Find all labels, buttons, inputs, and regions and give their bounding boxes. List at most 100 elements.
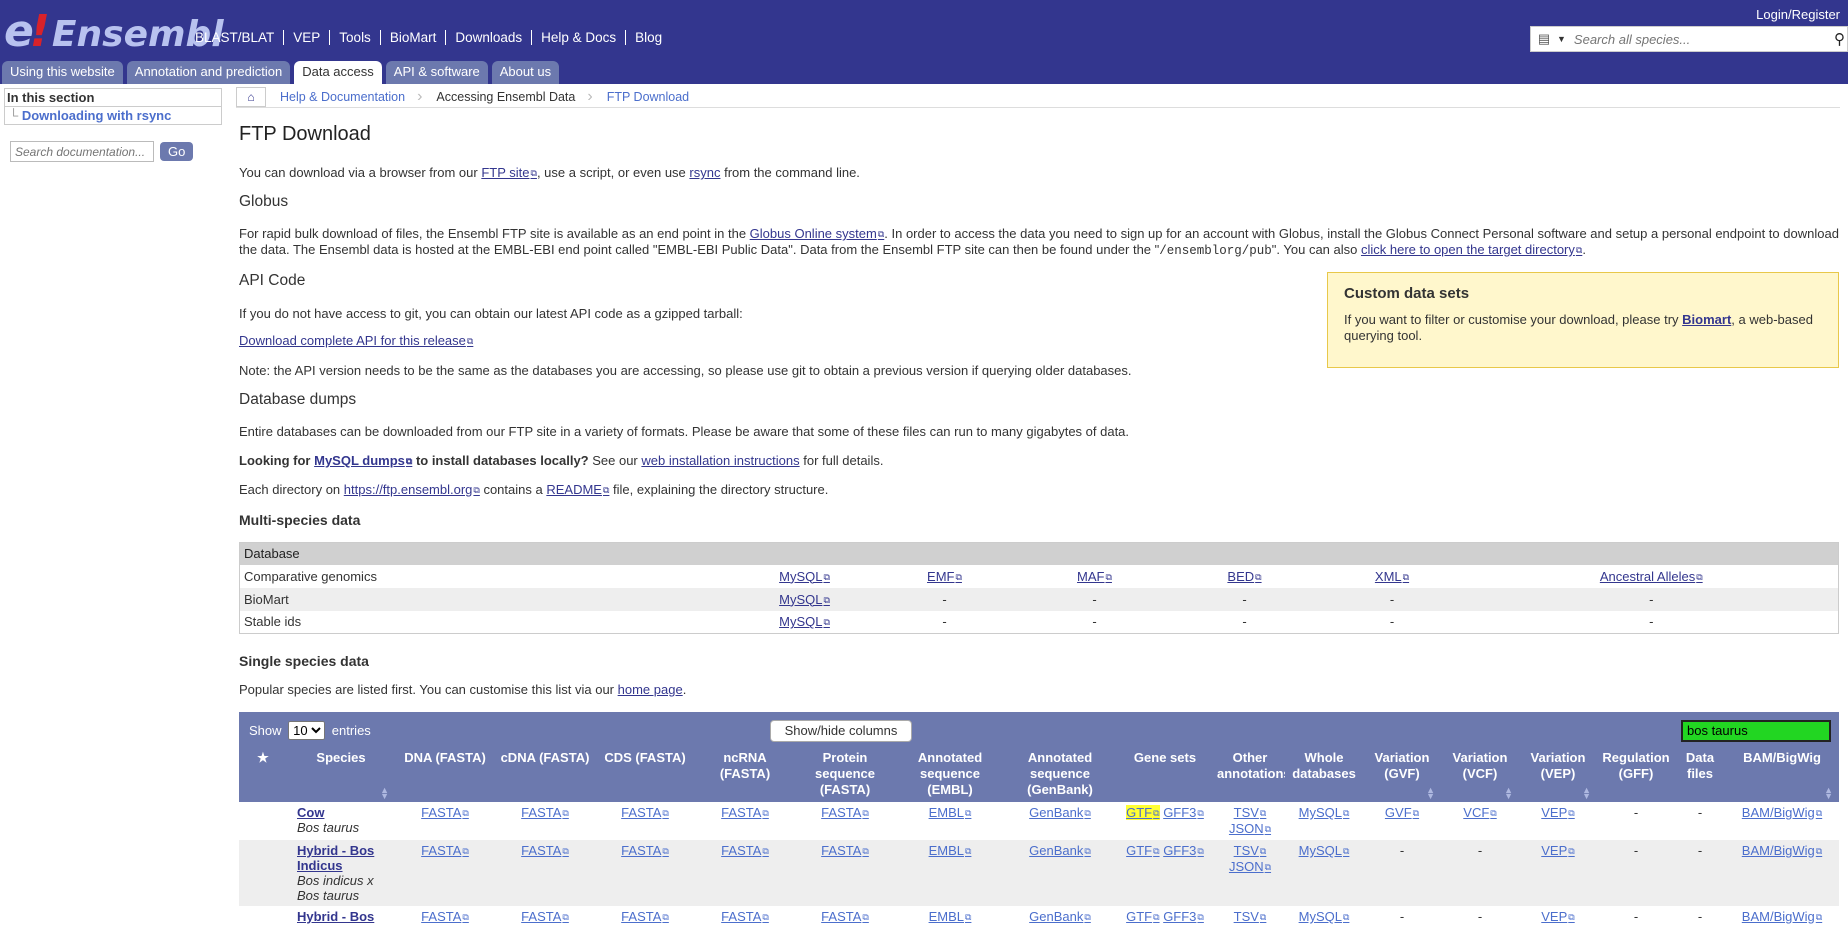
search-icon[interactable]: ⚲: [1834, 30, 1845, 48]
mysql-link[interactable]: MySQL: [1299, 805, 1350, 820]
genbank-link[interactable]: GenBank: [1029, 843, 1091, 858]
nav-downloads[interactable]: Downloads: [445, 30, 531, 45]
ncrna-fasta-link[interactable]: FASTA: [721, 909, 769, 924]
ensembl-logo[interactable]: e! Ensembl: [4, 6, 224, 57]
embl-link[interactable]: EMBL: [929, 805, 972, 820]
gtf-link[interactable]: GTF: [1126, 805, 1160, 820]
gff3-link[interactable]: GFF3: [1163, 909, 1204, 924]
xml-link[interactable]: XML: [1375, 569, 1409, 584]
protein-fasta-link[interactable]: FASTA: [821, 843, 869, 858]
json-link[interactable]: JSON: [1229, 821, 1271, 836]
nav-vep[interactable]: VEP: [283, 30, 329, 45]
bam-bigwig-link[interactable]: BAM/BigWig: [1742, 805, 1822, 820]
species-select-icon[interactable]: ▤: [1531, 27, 1557, 51]
mysql-link[interactable]: MySQL: [779, 569, 830, 584]
protein-fasta-link[interactable]: FASTA: [821, 805, 869, 820]
star-column-header[interactable]: ★: [239, 748, 287, 802]
mysql-dumps-link[interactable]: MySQL dumps: [314, 453, 412, 468]
target-directory-link[interactable]: click here to open the target directory: [1361, 242, 1582, 257]
cds-fasta-link[interactable]: FASTA: [621, 843, 669, 858]
cdna-fasta-link[interactable]: FASTA: [521, 909, 569, 924]
show-hide-columns-button[interactable]: Show/hide columns: [770, 720, 912, 742]
column-bam[interactable]: BAM/BigWig ▲ ▼: [1725, 748, 1839, 802]
column-cds[interactable]: CDS (FASTA): [595, 748, 695, 802]
nav-blog[interactable]: Blog: [625, 30, 671, 45]
readme-link[interactable]: README: [546, 482, 609, 497]
home-page-link[interactable]: home page: [618, 682, 683, 697]
mysql-link[interactable]: MySQL: [779, 592, 830, 607]
tsv-link[interactable]: TSV: [1234, 909, 1267, 924]
crumb-help[interactable]: Help & Documentation: [266, 90, 417, 104]
emf-link[interactable]: EMF: [927, 569, 962, 584]
genbank-link[interactable]: GenBank: [1029, 909, 1091, 924]
home-icon[interactable]: ⌂: [236, 86, 266, 107]
tsv-link[interactable]: TSV: [1234, 805, 1267, 820]
dna-fasta-link[interactable]: FASTA: [421, 909, 469, 924]
mysql-link[interactable]: MySQL: [779, 614, 830, 629]
cds-fasta-link[interactable]: FASTA: [621, 805, 669, 820]
tab-annotation[interactable]: Annotation and prediction: [126, 61, 291, 84]
vep-link[interactable]: VEP: [1541, 843, 1574, 858]
tab-about-us[interactable]: About us: [491, 61, 560, 84]
doc-search-input[interactable]: [10, 141, 154, 162]
tsv-link[interactable]: TSV: [1234, 843, 1267, 858]
species-search-input[interactable]: [1571, 30, 1822, 48]
entries-select[interactable]: 10: [288, 721, 326, 740]
cdna-fasta-link[interactable]: FASTA: [521, 805, 569, 820]
json-link[interactable]: JSON: [1229, 859, 1271, 874]
biomart-link[interactable]: Biomart: [1682, 312, 1731, 327]
column-dna[interactable]: DNA (FASTA): [395, 748, 495, 802]
protein-fasta-link[interactable]: FASTA: [821, 909, 869, 924]
column-genbank[interactable]: Annotated sequence (GenBank): [1005, 748, 1115, 802]
vep-link[interactable]: VEP: [1541, 909, 1574, 924]
bed-link[interactable]: BED: [1227, 569, 1261, 584]
column-gene-sets[interactable]: Gene sets: [1115, 748, 1215, 802]
column-cdna[interactable]: cDNA (FASTA): [495, 748, 595, 802]
column-data-files[interactable]: Data files: [1675, 748, 1725, 802]
gtf-link[interactable]: GTF: [1126, 909, 1159, 924]
mysql-link[interactable]: MySQL: [1299, 843, 1350, 858]
column-species[interactable]: Species ▲ ▼: [287, 748, 395, 802]
column-other[interactable]: Other annotations: [1215, 748, 1291, 802]
vep-link[interactable]: VEP: [1541, 805, 1574, 820]
column-regulation[interactable]: Regulation (GFF): [1597, 748, 1675, 802]
embl-link[interactable]: EMBL: [929, 843, 972, 858]
download-api-link[interactable]: Download complete API for this release: [239, 333, 473, 348]
nav-blast[interactable]: BLAST/BLAT: [192, 30, 283, 45]
column-whole-db[interactable]: Whole databases: [1285, 748, 1363, 802]
cds-fasta-link[interactable]: FASTA: [621, 909, 669, 924]
nav-tools[interactable]: Tools: [329, 30, 380, 45]
column-protein[interactable]: Protein sequence (FASTA): [795, 748, 895, 802]
crumb-accessing[interactable]: Accessing Ensembl Data: [422, 90, 587, 104]
web-install-link[interactable]: web installation instructions: [641, 453, 799, 468]
maf-link[interactable]: MAF: [1077, 569, 1112, 584]
login-register-link[interactable]: Login/Register: [1756, 7, 1840, 22]
tab-data-access[interactable]: Data access: [294, 61, 382, 84]
ftp-ensembl-link[interactable]: https://ftp.ensembl.org: [344, 482, 480, 497]
dna-fasta-link[interactable]: FASTA: [421, 805, 469, 820]
table-filter-input[interactable]: bos taurus: [1681, 720, 1831, 742]
gff3-link[interactable]: GFF3: [1163, 843, 1204, 858]
go-button[interactable]: Go: [160, 142, 194, 161]
embl-link[interactable]: EMBL: [929, 909, 972, 924]
column-ncrna[interactable]: ncRNA (FASTA): [695, 748, 795, 802]
ncrna-fasta-link[interactable]: FASTA: [721, 805, 769, 820]
sidebar-link-rsync[interactable]: Downloading with rsync: [22, 108, 172, 123]
column-vcf[interactable]: Variation (VCF) ▲ ▼: [1441, 748, 1519, 802]
globus-link[interactable]: Globus Online system: [750, 226, 885, 241]
nav-help-docs[interactable]: Help & Docs: [531, 30, 625, 45]
species-link[interactable]: Hybrid - Bos: [297, 909, 374, 924]
column-embl[interactable]: Annotated sequence (EMBL): [895, 748, 1005, 802]
genbank-link[interactable]: GenBank: [1029, 805, 1091, 820]
crumb-ftp[interactable]: FTP Download: [593, 90, 701, 104]
cdna-fasta-link[interactable]: FASTA: [521, 843, 569, 858]
tab-using-website[interactable]: Using this website: [2, 61, 123, 84]
chevron-down-icon[interactable]: ▼: [1557, 34, 1566, 44]
ftp-site-link[interactable]: FTP site: [481, 165, 537, 180]
bam-bigwig-link[interactable]: BAM/BigWig: [1742, 843, 1822, 858]
gvf-link[interactable]: GVF: [1385, 805, 1419, 820]
species-link[interactable]: Cow: [297, 805, 324, 820]
gff3-link[interactable]: GFF3: [1163, 805, 1204, 820]
nav-biomart[interactable]: BioMart: [379, 30, 446, 45]
tab-api-software[interactable]: API & software: [385, 61, 488, 84]
